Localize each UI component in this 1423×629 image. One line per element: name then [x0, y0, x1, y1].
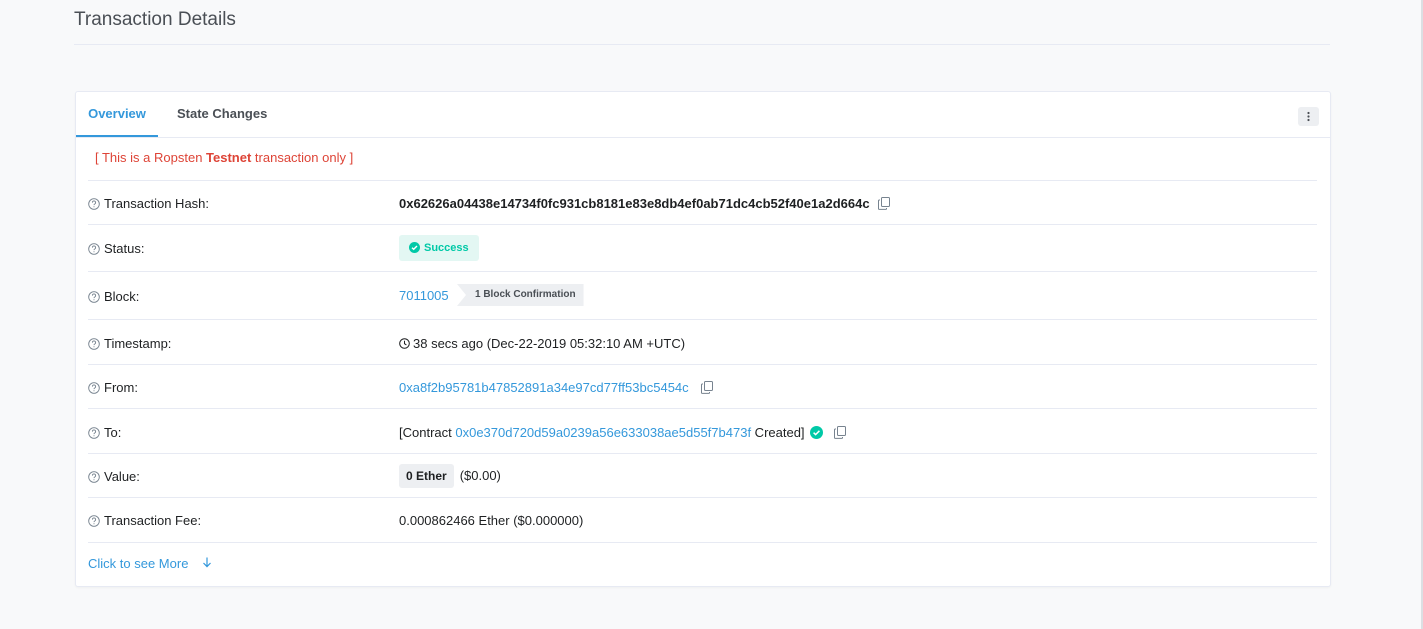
transaction-fee-label: Transaction Fee: — [88, 513, 201, 528]
testnet-notice-suffix: transaction only ] — [251, 150, 354, 165]
question-circle-icon[interactable] — [88, 427, 100, 439]
more-options-button[interactable] — [1298, 107, 1319, 126]
question-circle-icon[interactable] — [88, 515, 100, 527]
to-label-text: To: — [104, 425, 122, 440]
tab-overview[interactable]: Overview — [76, 92, 158, 137]
to-label: To: — [88, 425, 121, 440]
row-timestamp: Timestamp: 38 secs ago (Dec-22-2019 05:3… — [88, 319, 1317, 365]
copy-icon[interactable] — [877, 197, 890, 210]
copy-icon[interactable] — [700, 381, 713, 394]
timestamp-label: Timestamp: — [88, 336, 171, 351]
check-circle-icon — [809, 426, 823, 439]
transaction-hash-label-text: Transaction Hash: — [104, 196, 210, 211]
page-header: Transaction Details — [74, 0, 1330, 45]
clock-icon — [399, 338, 410, 349]
question-circle-icon[interactable] — [88, 471, 100, 483]
block-confirmation-tag: 1 Block Confirmation — [457, 284, 584, 306]
status-badge-text: Success — [424, 242, 469, 254]
transaction-hash-text: 0x62626a04438e14734f0fc931cb8181e83e8db4… — [399, 196, 870, 211]
from-address-link[interactable]: 0xa8f2b95781b47852891a34e97cd77ff53bc545… — [399, 380, 689, 395]
status-label-text: Status: — [104, 241, 145, 256]
row-value: Value: 0 Ether ($0.00) — [88, 453, 1317, 498]
from-label-text: From: — [104, 380, 138, 395]
value-usd: ($0.00) — [459, 468, 501, 483]
from-label: From: — [88, 380, 138, 395]
value-label: Value: — [88, 469, 140, 484]
transaction-hash-value: 0x62626a04438e14734f0fc931cb8181e83e8db4… — [399, 196, 890, 211]
contract-address-link[interactable]: 0x0e370d720d59a0239a56e633038ae5d55f7b47… — [455, 425, 751, 440]
block-number-link[interactable]: 7011005 — [399, 288, 449, 303]
question-circle-icon[interactable] — [88, 198, 100, 210]
question-circle-icon[interactable] — [88, 291, 100, 303]
transaction-fee-value: 0.000862466 Ether ($0.000000) — [399, 513, 584, 528]
block-label-text: Block: — [104, 289, 140, 304]
timestamp-text: 38 secs ago (Dec-22-2019 05:32:10 AM +UT… — [413, 336, 686, 351]
timestamp-value: 38 secs ago (Dec-22-2019 05:32:10 AM +UT… — [399, 336, 685, 351]
row-block: Block: 7011005 1 Block Confirmation — [88, 271, 1317, 320]
question-circle-icon[interactable] — [88, 243, 100, 255]
row-transaction-hash: Transaction Hash: 0x62626a04438e14734f0f… — [88, 180, 1317, 225]
copy-icon[interactable] — [833, 426, 846, 439]
timestamp-label-text: Timestamp: — [104, 336, 172, 351]
status-value: Success — [399, 235, 479, 261]
vertical-ellipsis-icon — [1307, 111, 1310, 122]
testnet-notice-prefix: [ This is a Ropsten — [95, 150, 207, 165]
transaction-card: Overview State Changes [ This is a Ropst… — [75, 91, 1331, 587]
status-label: Status: — [88, 241, 144, 256]
transaction-fee-label-text: Transaction Fee: — [104, 513, 202, 528]
value-value: 0 Ether ($0.00) — [399, 464, 501, 488]
tab-state-changes[interactable]: State Changes — [177, 92, 267, 137]
value-label-text: Value: — [104, 469, 140, 484]
from-value: 0xa8f2b95781b47852891a34e97cd77ff53bc545… — [399, 380, 713, 395]
to-value: [Contract 0x0e370d720d59a0239a56e633038a… — [399, 425, 846, 440]
row-to: To: [Contract 0x0e370d720d59a0239a56e633… — [88, 408, 1317, 454]
arrow-down-icon — [203, 557, 212, 568]
testnet-notice: [ This is a Ropsten Testnet transaction … — [95, 150, 353, 165]
row-status: Status: Success — [88, 224, 1317, 272]
testnet-notice-bold: Testnet — [206, 150, 252, 165]
to-prefix: [Contract — [399, 425, 456, 440]
row-transaction-fee: Transaction Fee: 0.000862466 Ether ($0.0… — [88, 497, 1317, 543]
see-more-link[interactable]: Click to see More — [88, 556, 212, 571]
block-label: Block: — [88, 289, 139, 304]
block-value: 7011005 1 Block Confirmation — [399, 284, 599, 306]
transaction-hash-label: Transaction Hash: — [88, 196, 209, 211]
ether-amount-badge: 0 Ether — [399, 464, 454, 488]
tab-bar: Overview State Changes — [76, 92, 1330, 138]
row-from: From: 0xa8f2b95781b47852891a34e97cd77ff5… — [88, 364, 1317, 409]
to-suffix: Created] — [751, 425, 805, 440]
question-circle-icon[interactable] — [88, 338, 100, 350]
question-circle-icon[interactable] — [88, 382, 100, 394]
page-title: Transaction Details — [74, 9, 236, 30]
check-circle-icon — [409, 242, 420, 253]
see-more-text: Click to see More — [88, 556, 189, 571]
status-badge: Success — [399, 235, 479, 261]
